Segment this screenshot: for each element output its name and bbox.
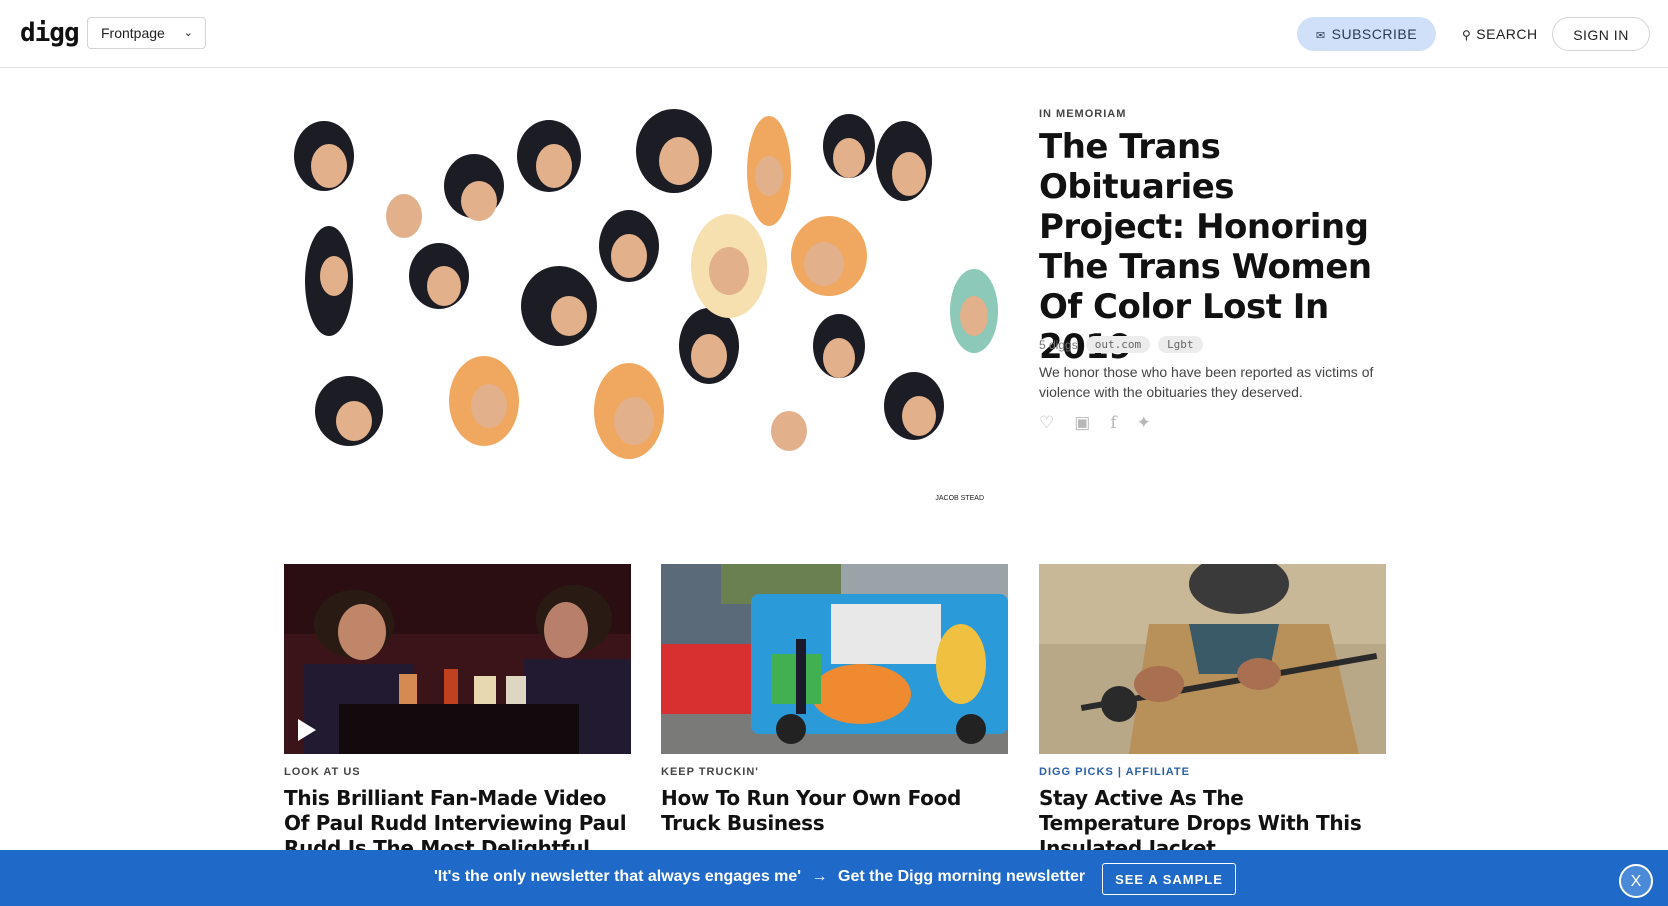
section-dropdown[interactable]: Frontpage ⌄	[87, 17, 206, 49]
sign-in-button[interactable]: SIGN IN	[1552, 17, 1650, 51]
jacket-image	[1039, 564, 1386, 754]
video-thumbnail-image	[284, 564, 631, 754]
newsletter-quote: 'It's the only newsletter that always en…	[434, 868, 802, 885]
digg-logo[interactable]: digg	[20, 18, 80, 48]
arrow-right-icon: →	[811, 868, 828, 885]
facebook-icon[interactable]: f	[1110, 413, 1116, 433]
search-icon: ⚲	[1462, 28, 1472, 42]
card-kicker[interactable]: DIGG PICKS | AFFILIATE	[1039, 766, 1386, 778]
play-icon[interactable]	[298, 719, 316, 741]
envelope-icon: ✉	[1315, 30, 1326, 42]
bookmark-icon[interactable]: ▣	[1074, 413, 1090, 433]
story-card[interactable]: KEEP TRUCKIN' How To Run Your Own Food T…	[661, 564, 1008, 836]
card-title[interactable]: How To Run Your Own Food Truck Business	[661, 786, 1008, 836]
story-card[interactable]: DIGG PICKS | AFFILIATE Stay Active As Th…	[1039, 564, 1386, 861]
hero-title[interactable]: The Trans Obituaries Project: Honoring T…	[1039, 127, 1389, 367]
hero-actions: ♡ ▣ f ✦	[1039, 413, 1151, 433]
topic-tag[interactable]: Lgbt	[1158, 336, 1203, 353]
newsletter-message[interactable]: 'It's the only newsletter that always en…	[434, 868, 1085, 886]
search-button[interactable]: ⚲ SEARCH	[1462, 17, 1538, 51]
card-kicker[interactable]: KEEP TRUCKIN'	[661, 766, 1008, 778]
site-header: digg Frontpage ⌄ ✉ SUBSCRIBE ⚲ SEARCH SIGN…	[0, 0, 1668, 68]
hero-description: We honor those who have been reported as…	[1039, 364, 1374, 400]
subscribe-label: SUBSCRIBE	[1331, 26, 1418, 42]
twitter-icon[interactable]: ✦	[1137, 413, 1151, 433]
newsletter-bar: 'It's the only newsletter that always en…	[0, 850, 1668, 906]
newsletter-cta: Get the Digg morning newsletter	[838, 868, 1086, 885]
hero-portraits-illustration: JACOB STEAD	[294, 109, 998, 502]
see-a-sample-button[interactable]: SEE A SAMPLE	[1102, 863, 1236, 895]
story-card[interactable]: LOOK AT US This Brilliant Fan-Made Video…	[284, 564, 631, 886]
video-thumbnail[interactable]	[284, 564, 631, 754]
card-kicker[interactable]: LOOK AT US	[284, 766, 631, 778]
subscribe-button[interactable]: ✉ SUBSCRIBE	[1297, 17, 1436, 51]
source-tag[interactable]: out.com	[1085, 336, 1151, 353]
image-credit: JACOB STEAD	[935, 495, 984, 502]
food-truck-image	[661, 564, 1008, 754]
hero-meta: 5 diggs out.com Lgbt	[1039, 336, 1203, 353]
hero-kicker[interactable]: IN MEMORIAM	[1039, 108, 1126, 120]
card-thumbnail[interactable]	[661, 564, 1008, 754]
card-thumbnail[interactable]	[1039, 564, 1386, 754]
search-label: SEARCH	[1476, 26, 1538, 42]
digg-count: 5 diggs	[1039, 337, 1078, 352]
close-newsletter-button[interactable]: X	[1619, 864, 1653, 898]
hero-illustration[interactable]: JACOB STEAD	[284, 106, 1006, 506]
section-dropdown-label: Frontpage	[101, 25, 165, 41]
heart-icon[interactable]: ♡	[1039, 413, 1054, 433]
chevron-down-icon: ⌄	[183, 27, 193, 39]
